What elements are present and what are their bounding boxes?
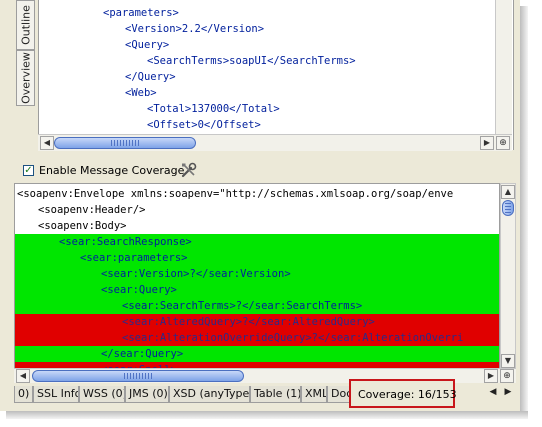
tab-outline[interactable]: Outline: [16, 0, 35, 50]
coverage-xml-pane[interactable]: <soapenv:Envelope xmlns:soapenv="http://…: [14, 183, 500, 370]
scroll-up-icon[interactable]: ▲: [501, 185, 515, 199]
coverage-row-uncovered: <sear:AlteredQuery>?</sear:AlteredQuery>: [15, 314, 499, 330]
top-vertical-scrollbar[interactable]: [495, 0, 512, 150]
side-tab-strip: Outline Overview: [16, 0, 36, 150]
left-gutter: [0, 0, 14, 150]
enable-coverage-checkbox[interactable]: ✓: [23, 165, 34, 176]
xml-line: </sear:Query>: [101, 348, 184, 360]
top-horizontal-scrollbar[interactable]: ◀ ▶ ⊕: [38, 134, 512, 151]
coverage-row-covered: <sear:SearchTerms>?</sear:SearchTerms>: [15, 298, 499, 314]
xml-line: <sear:Query>: [101, 284, 177, 296]
tab-wss[interactable]: WSS (0): [79, 386, 125, 403]
tab-overview[interactable]: Overview: [16, 50, 35, 106]
tab-label: SSL Info: [37, 387, 79, 400]
coverage-tab-label: Coverage: 16/153: [358, 388, 457, 401]
tab-xsd[interactable]: XSD (anyType): [169, 386, 250, 403]
bottom-vertical-scrollbar[interactable]: ▲ ▼: [500, 183, 516, 370]
xml-line: <soapenv:Envelope xmlns:soapenv="http://…: [17, 188, 454, 200]
xml-line: <soapenv:Body>: [38, 220, 127, 232]
xml-line: </Query>: [125, 71, 176, 83]
tab-overview-label: Overview: [19, 52, 32, 104]
zoom-icon[interactable]: ⊕: [500, 369, 514, 383]
tab-xml[interactable]: XML: [301, 386, 327, 403]
xml-line: <parameters>: [103, 7, 179, 19]
xml-line: <soapenv:Header/>: [38, 204, 146, 216]
scroll-left-icon[interactable]: ◀: [16, 369, 30, 383]
coverage-row-covered: </sear:Query>: [15, 346, 499, 362]
coverage-row-uncovered: <sear:AlterationOverrideQuery>?</sear:Al…: [15, 330, 499, 346]
tab-label: XSD (anyType): [173, 387, 250, 400]
xml-line: <sear:Version>?</sear:Version>: [101, 268, 291, 280]
scroll-right-icon[interactable]: ▶: [484, 369, 498, 383]
grip-icon: [124, 373, 152, 379]
tab-jms[interactable]: JMS (0): [125, 386, 169, 403]
coverage-row-none: <soapenv:Body>: [15, 218, 499, 234]
scroll-left-icon[interactable]: ◀: [40, 136, 54, 150]
scroll-right-icon[interactable]: ▶: [501, 385, 515, 400]
xml-line: <sear:SearchResponse>: [59, 236, 192, 248]
scroll-left-icon[interactable]: ◀: [486, 385, 500, 400]
scroll-down-icon[interactable]: ▼: [501, 354, 515, 368]
xml-line: <Version>2.2</Version>: [125, 23, 265, 35]
tab-table[interactable]: Table (1): [250, 386, 301, 403]
response-xml-pane[interactable]: <parameters> <Version>2.2</Version> <Que…: [38, 0, 514, 150]
grip-icon: [111, 140, 139, 146]
wrench-screwdriver-icon[interactable]: [180, 162, 198, 178]
bottom-h-scroll-thumb[interactable]: [32, 370, 244, 382]
tab-label: XML: [305, 387, 327, 400]
coverage-row-covered: <sear:parameters>: [15, 250, 499, 266]
bottom-v-scroll-thumb[interactable]: [502, 200, 514, 216]
tab-nav-arrows: ◀ ▶: [486, 385, 516, 401]
tab-doc[interactable]: Doc: [327, 386, 351, 403]
tab-ssl-info[interactable]: SSL Info: [33, 386, 79, 403]
tab-label: 0): [18, 387, 30, 400]
zoom-icon[interactable]: ⊕: [496, 136, 510, 150]
coverage-row-covered: <sear:SearchResponse>: [15, 234, 499, 250]
tab-label: Table (1): [254, 387, 301, 400]
xml-line: <Query>: [125, 39, 170, 51]
coverage-row-covered: <sear:Version>?</sear:Version>: [15, 266, 499, 282]
scroll-right-icon[interactable]: ▶: [480, 136, 494, 150]
coverage-row-none: <soapenv:Envelope xmlns:soapenv="http://…: [15, 186, 499, 202]
window-shadow-bottom: [6, 411, 528, 419]
coverage-toolbar: ✓ Enable Message Coverage: [14, 158, 514, 182]
top-h-scroll-thumb[interactable]: [54, 137, 196, 149]
xml-line: <sear:parameters>: [80, 252, 188, 264]
xml-line: <Total>137000</Total>: [147, 103, 280, 115]
tab-label: JMS (0): [129, 387, 168, 400]
tab-label: WSS (0): [83, 387, 125, 400]
coverage-row-none: <soapenv:Header/>: [15, 202, 499, 218]
tab-coverage[interactable]: Coverage: 16/153: [349, 379, 457, 408]
tab-outline-label: Outline: [19, 5, 32, 45]
tab-label: Doc: [331, 387, 351, 400]
grip-icon: [505, 203, 511, 213]
tab-truncated[interactable]: 0): [14, 386, 33, 403]
enable-coverage-label: Enable Message Coverage: [39, 164, 185, 177]
xml-line: <sear:AlterationOverrideQuery>?</sear:Al…: [122, 332, 464, 344]
coverage-row-covered: <sear:Query>: [15, 282, 499, 298]
xml-line: <Offset>0</Offset>: [147, 119, 261, 131]
window-shadow-right: [520, 6, 528, 411]
xml-line: <SearchTerms>soapUI</SearchTerms>: [147, 55, 356, 67]
xml-line: <sear:AlteredQuery>?</sear:AlteredQuery>: [122, 316, 375, 328]
xml-line: <sear:SearchTerms>?</sear:SearchTerms>: [122, 300, 363, 312]
xml-line: <Web>: [125, 87, 157, 99]
